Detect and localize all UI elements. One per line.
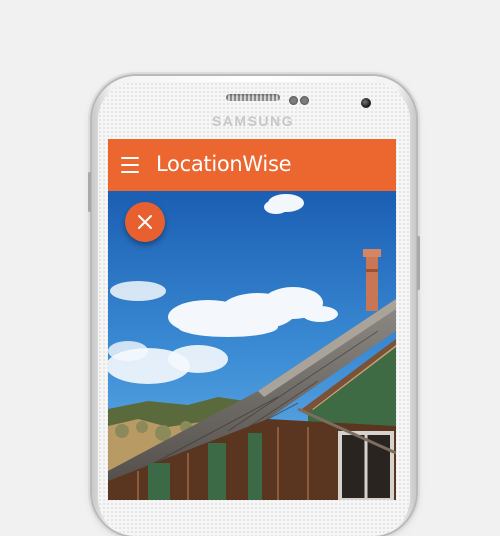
brand-logo: SAMSUNG [211, 113, 295, 129]
close-button[interactable] [125, 202, 165, 242]
light-sensor [300, 96, 309, 105]
volume-key [88, 172, 91, 212]
app-title: LocationWise [156, 152, 292, 176]
earpiece-speaker [226, 94, 280, 101]
proximity-sensor [289, 96, 298, 105]
app-bar: LocationWise [108, 139, 396, 191]
hamburger-menu-icon[interactable] [121, 156, 139, 174]
front-camera [361, 98, 371, 108]
close-icon [138, 215, 152, 229]
power-key [417, 236, 420, 290]
phone-screen: LocationWise [108, 139, 396, 500]
